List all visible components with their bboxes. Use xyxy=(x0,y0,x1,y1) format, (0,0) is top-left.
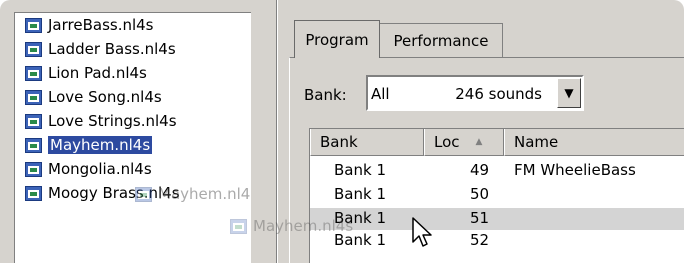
column-header-label: Name xyxy=(514,133,559,151)
cell-bank: Bank 1 xyxy=(334,185,386,203)
file-name: Lion Pad.nl4s xyxy=(48,64,147,82)
cell-loc: 51 xyxy=(470,209,490,227)
list-item-selected[interactable]: Mayhem.nl4s xyxy=(25,133,153,157)
cell-bank: Bank 1 xyxy=(334,161,386,179)
sound-file-icon xyxy=(25,41,42,57)
cell-loc: 50 xyxy=(470,185,490,203)
bank-select-value: All xyxy=(371,85,390,103)
sound-file-icon xyxy=(230,218,247,234)
list-item[interactable]: Lion Pad.nl4s xyxy=(25,61,147,85)
chevron-down-icon: ▼ xyxy=(564,86,574,100)
column-header-name[interactable]: Name xyxy=(504,129,684,156)
drag-ghost: Mayhem.nl4s xyxy=(135,185,251,203)
bank-label: Bank: xyxy=(304,86,347,104)
column-header-bank[interactable]: Bank xyxy=(310,129,424,156)
file-name: Mongolia.nl4s xyxy=(48,160,152,178)
table-row[interactable]: Bank 1 50 xyxy=(310,184,684,206)
file-list[interactable]: JarreBass.nl4s Ladder Bass.nl4s Lion Pad… xyxy=(14,12,251,263)
sound-file-icon xyxy=(25,185,42,201)
list-item[interactable]: Ladder Bass.nl4s xyxy=(25,37,176,61)
sound-file-icon xyxy=(25,89,42,105)
program-table[interactable]: Bank Loc ▲ Name Bank 1 49 FM WheelieBass… xyxy=(309,128,684,263)
sound-file-icon xyxy=(135,186,152,202)
file-name: JarreBass.nl4s xyxy=(48,16,154,34)
drag-ghost-label: Mayhem.nl4s xyxy=(158,185,251,203)
mouse-pointer-icon xyxy=(412,217,432,247)
table-row[interactable]: Bank 1 49 FM WheelieBass xyxy=(310,160,684,182)
sound-count: 246 sounds xyxy=(455,85,542,103)
list-item[interactable]: Love Strings.nl4s xyxy=(25,109,177,133)
sound-file-icon xyxy=(25,65,42,81)
column-header-label: Bank xyxy=(320,133,358,151)
file-name: Love Strings.nl4s xyxy=(48,112,177,130)
dropdown-button[interactable]: ▼ xyxy=(557,78,581,108)
cell-loc: 49 xyxy=(470,161,490,179)
sound-file-icon xyxy=(25,137,42,153)
table-row-drop-target[interactable]: Bank 1 51 xyxy=(310,208,684,230)
column-header-loc[interactable]: Loc ▲ xyxy=(424,129,504,156)
tab-program[interactable]: Program xyxy=(294,20,380,58)
list-item[interactable]: JarreBass.nl4s xyxy=(25,13,154,37)
column-header-label: Loc xyxy=(434,133,460,151)
drag-ghost: Mayhem.nl4s xyxy=(230,217,353,235)
sort-ascending-icon: ▲ xyxy=(475,137,483,147)
tab-label: Performance xyxy=(393,31,489,50)
cell-loc: 52 xyxy=(470,231,490,249)
sound-file-icon xyxy=(25,161,42,177)
file-name: Mayhem.nl4s xyxy=(48,136,153,154)
list-item[interactable]: Love Song.nl4s xyxy=(25,85,162,109)
file-name: Love Song.nl4s xyxy=(48,88,162,106)
list-item[interactable]: Mongolia.nl4s xyxy=(25,157,152,181)
tab-performance[interactable]: Performance xyxy=(379,23,503,57)
cell-name: FM WheelieBass xyxy=(514,161,636,179)
file-name: Ladder Bass.nl4s xyxy=(48,40,176,58)
sound-file-icon xyxy=(25,113,42,129)
sound-file-icon xyxy=(25,17,42,33)
drag-ghost-label: Mayhem.nl4s xyxy=(253,217,354,235)
table-row[interactable]: Bank 1 52 xyxy=(310,230,684,252)
bank-select[interactable]: All 246 sounds ▼ xyxy=(366,75,584,111)
tab-label: Program xyxy=(305,30,369,49)
app-window: JarreBass.nl4s Ladder Bass.nl4s Lion Pad… xyxy=(0,0,684,263)
